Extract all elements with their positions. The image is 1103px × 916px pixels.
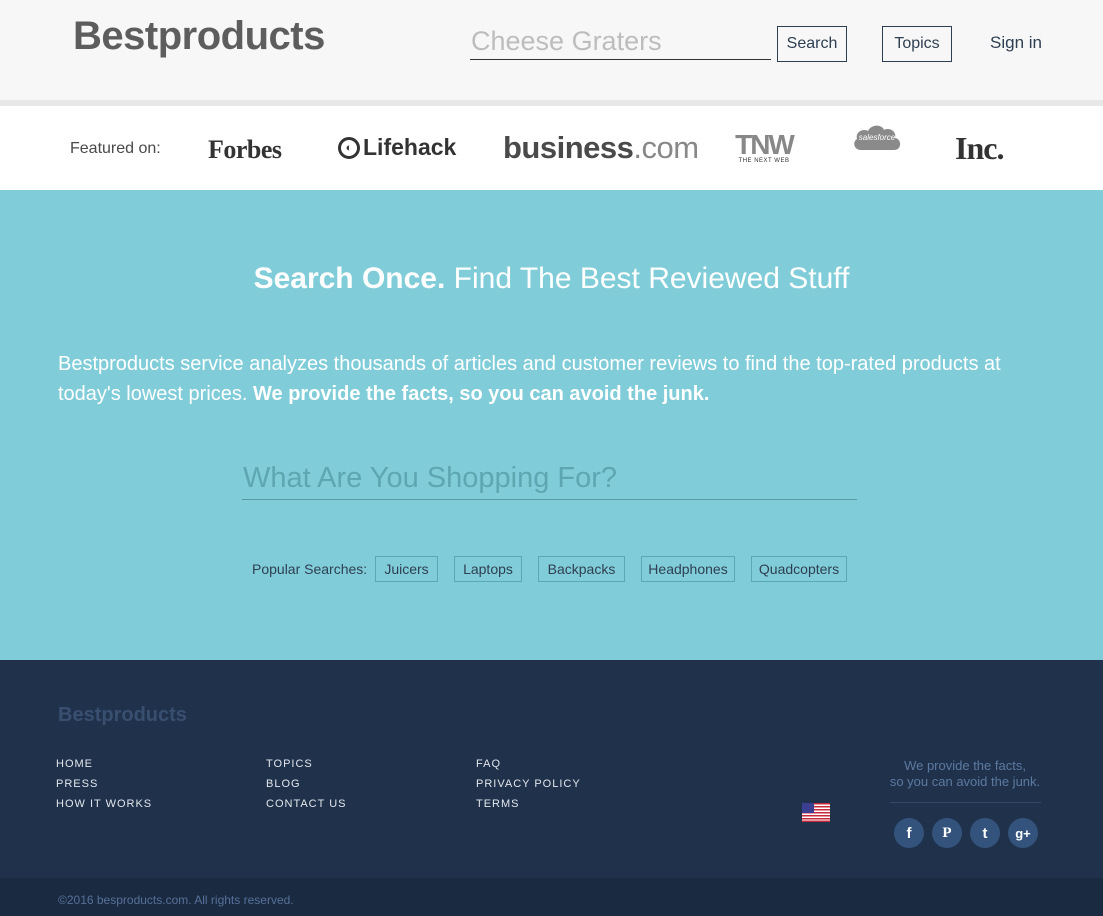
lifehack-icon: ◐ [338, 136, 360, 159]
tnw-logo: TNW THE NEXT WEB [732, 129, 796, 165]
copyright-text: ©2016 besproducts.com. All rights reserv… [58, 893, 294, 907]
us-flag-icon[interactable] [802, 803, 830, 822]
us-flag-svg [802, 803, 830, 822]
footer-link-how-it-works[interactable]: HOW IT WORKS [56, 798, 152, 810]
hero-title-rest: Find The Best Reviewed Stuff [445, 262, 850, 295]
footer-logo[interactable]: Bestproducts [58, 704, 187, 727]
shopping-search-input[interactable] [242, 458, 857, 500]
footer-tagline-divider [890, 802, 1041, 803]
footer-tagline-line-1: We provide the facts, [904, 758, 1026, 773]
business-logo-domain: .com [633, 130, 699, 165]
salesforce-logo-text: salesforce [858, 133, 896, 142]
salesforce-logo: salesforce [851, 122, 903, 158]
site-logo[interactable]: Bestproducts [73, 14, 325, 59]
inc-logo: Inc. [955, 130, 1004, 166]
footer-link-terms[interactable]: TERMS [476, 798, 520, 810]
hero-section [0, 190, 1103, 660]
hero-title-bold: Search Once. [253, 262, 446, 295]
footer-link-blog[interactable]: BLOG [266, 778, 301, 790]
lifehack-logo: ◐ Lifehack [338, 134, 456, 161]
featured-label: Featured on: [70, 140, 161, 157]
popular-searches-label: Popular Searches: [252, 561, 368, 577]
footer-tagline-line-2: so you can avoid the junk. [889, 774, 1041, 789]
lifehack-logo-text: Lifehack [363, 134, 457, 160]
search-button[interactable]: Search [777, 26, 847, 62]
facebook-icon[interactable]: f [894, 818, 924, 848]
footer-link-topics[interactable]: TOPICS [266, 758, 313, 770]
hero-title: Search Once. Find The Best Reviewed Stuf… [0, 262, 1103, 296]
footer-link-contact-us[interactable]: CONTACT US [266, 798, 347, 810]
hero-description: Bestproducts service analyzes thousands … [58, 349, 1048, 409]
header-search-input[interactable] [470, 24, 771, 60]
twitter-icon[interactable]: t [970, 818, 1000, 848]
footer-tagline: We provide the facts, so you can avoid t… [865, 758, 1065, 790]
footer-link-press[interactable]: PRESS [56, 778, 98, 790]
hero-description-bold: We provide the facts, so you can avoid t… [253, 383, 710, 405]
popular-search-headphones[interactable]: Headphones [641, 556, 735, 582]
business-logo-text: business [503, 130, 634, 165]
footer-link-privacy-policy[interactable]: PRIVACY POLICY [476, 778, 581, 790]
topics-button[interactable]: Topics [882, 26, 952, 62]
popular-search-quadcopters[interactable]: Quadcopters [751, 556, 847, 582]
forbes-logo: Forbes [208, 135, 282, 164]
popular-search-juicers[interactable]: Juicers [375, 556, 438, 582]
popular-search-laptops[interactable]: Laptops [454, 556, 522, 582]
tnw-logo-subtext: THE NEXT WEB [738, 158, 790, 164]
sign-in-link[interactable]: Sign in [990, 33, 1042, 53]
pinterest-icon[interactable]: P [932, 818, 962, 848]
business-com-logo: business.com [503, 130, 699, 166]
tnw-logo-text: TNW [735, 129, 795, 160]
footer-link-faq[interactable]: FAQ [476, 758, 501, 770]
popular-search-backpacks[interactable]: Backpacks [538, 556, 625, 582]
google-plus-icon[interactable]: g+ [1008, 818, 1038, 848]
footer-link-home[interactable]: HOME [56, 758, 93, 770]
